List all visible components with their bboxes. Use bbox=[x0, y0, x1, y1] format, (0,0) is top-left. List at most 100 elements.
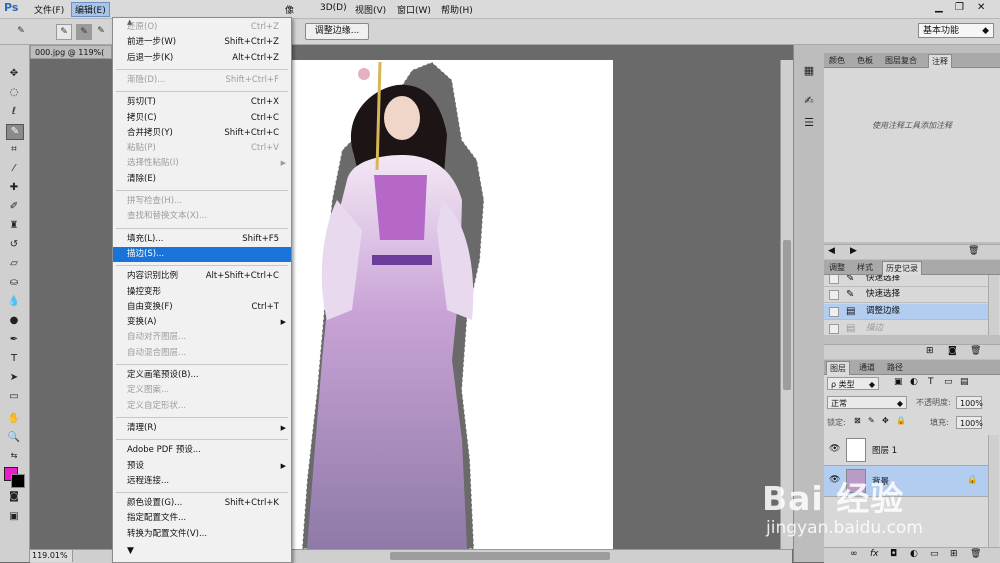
adjustments-icon[interactable]: ☰ bbox=[800, 115, 818, 131]
history-checkbox[interactable] bbox=[829, 275, 839, 284]
clone-stamp-icon[interactable]: ♜ bbox=[6, 219, 22, 233]
edit-menu-item[interactable]: 剪切(T) Ctrl+X bbox=[113, 95, 291, 110]
hand-tool-icon[interactable]: ✋ bbox=[6, 412, 22, 426]
workspace-select[interactable]: 基本功能 ◆ bbox=[918, 23, 994, 38]
eyedropper-tool-icon[interactable]: ⁄ bbox=[6, 162, 22, 176]
quick-selection-preset-icon[interactable]: ✎ bbox=[14, 24, 28, 38]
quick-selection-tool-icon[interactable]: ✎ bbox=[6, 124, 24, 140]
paint-bucket-icon[interactable]: ⛀ bbox=[6, 276, 22, 290]
tab-styles[interactable]: 样式 bbox=[854, 261, 876, 274]
lock-all-icon[interactable]: 🔒 bbox=[896, 416, 906, 425]
refine-edge-button[interactable]: 调整边缘... bbox=[305, 23, 369, 40]
edit-menu-item[interactable]: 定义自定形状... bbox=[113, 399, 291, 414]
edit-menu-item[interactable]: 清除(E) bbox=[113, 172, 291, 187]
brush-presets-icon[interactable]: ✍ bbox=[800, 93, 818, 109]
layer-row[interactable]: 👁 图层 1 bbox=[824, 435, 988, 466]
rectangle-tool-icon[interactable]: ▭ bbox=[6, 390, 22, 404]
history-checkbox[interactable] bbox=[829, 307, 839, 317]
history-checkbox[interactable] bbox=[829, 324, 839, 334]
subtract-selection-icon[interactable]: ✎ bbox=[94, 24, 108, 38]
dodge-tool-icon[interactable]: ● bbox=[6, 314, 22, 328]
layer-style-icon[interactable]: fx bbox=[870, 549, 879, 559]
edit-menu-item[interactable]: 自由变换(F) Ctrl+T bbox=[113, 300, 291, 315]
lock-position-icon[interactable]: ✥ bbox=[882, 416, 889, 425]
edit-menu-item[interactable]: 还原(O) Ctrl+Z bbox=[113, 20, 291, 35]
edit-menu-item[interactable]: 预设 ▶ bbox=[113, 459, 291, 474]
menu-image-partial[interactable]: 像 bbox=[285, 3, 294, 16]
filter-adjustment-icon[interactable]: ◐ bbox=[910, 377, 918, 387]
history-row[interactable]: ✎ 快速选择 bbox=[824, 287, 988, 303]
layer-filter-select[interactable]: ρ 类型 ◆ bbox=[827, 377, 879, 390]
tab-channels[interactable]: 通道 bbox=[856, 361, 878, 374]
fill-input[interactable]: 100% bbox=[956, 416, 983, 429]
background-color-swatch[interactable] bbox=[11, 474, 25, 488]
marquee-tool-icon[interactable]: ◌ bbox=[6, 86, 22, 100]
edit-menu-item[interactable]: 转换为配置文件(V)... bbox=[113, 527, 291, 542]
edit-menu-item[interactable]: 远程连接... bbox=[113, 474, 291, 489]
camera-icon[interactable]: ◙ bbox=[948, 346, 957, 356]
lock-transparent-icon[interactable]: ⊠ bbox=[854, 416, 861, 425]
edit-menu-item[interactable]: 描边(S)... bbox=[113, 246, 291, 262]
type-tool-icon[interactable]: T bbox=[6, 352, 22, 366]
filter-shape-icon[interactable]: ▭ bbox=[944, 377, 953, 387]
menu-scroll-down-icon[interactable]: ▼ bbox=[127, 546, 134, 556]
edit-menu-item[interactable]: 操控变形 bbox=[113, 285, 291, 300]
edit-menu-item[interactable]: 拷贝(C) Ctrl+C bbox=[113, 111, 291, 126]
tab-color[interactable]: 颜色 bbox=[826, 54, 848, 67]
quick-mask-icon[interactable]: ◙ bbox=[6, 490, 22, 504]
menu-view[interactable]: 视图(V) bbox=[355, 3, 386, 16]
menu-help[interactable]: 帮助(H) bbox=[441, 3, 473, 16]
tab-layer-comps[interactable]: 图层复合 bbox=[882, 54, 920, 67]
edit-menu-item[interactable]: 查找和替换文本(X)... bbox=[113, 209, 291, 224]
zoom-status[interactable]: 119.01% bbox=[30, 550, 73, 562]
menu-file[interactable]: 文件(F) bbox=[34, 3, 64, 16]
tab-layers[interactable]: 图层 bbox=[826, 361, 850, 375]
zoom-tool-icon[interactable]: 🔍 bbox=[6, 431, 22, 445]
tab-paths[interactable]: 路径 bbox=[884, 361, 906, 374]
adjustment-layer-icon[interactable]: ◐ bbox=[910, 549, 918, 559]
menu-edit[interactable]: 编辑(E) bbox=[71, 2, 110, 17]
close-icon[interactable]: ✕ bbox=[977, 2, 985, 13]
restore-icon[interactable]: ❐ bbox=[955, 2, 964, 13]
history-row[interactable]: ✎ 快速选择 bbox=[824, 275, 988, 287]
lasso-tool-icon[interactable]: ℓ bbox=[6, 105, 22, 119]
lock-image-icon[interactable]: ✎ bbox=[868, 416, 875, 425]
layers-scrollbar[interactable] bbox=[988, 435, 999, 547]
document-tab[interactable]: 000.jpg @ 119%( bbox=[30, 45, 112, 59]
swap-colors-icon[interactable]: ⇆ bbox=[6, 449, 22, 463]
edit-menu-item[interactable]: 选择性粘贴(I) ▶ bbox=[113, 156, 291, 171]
eraser-tool-icon[interactable]: ▱ bbox=[6, 257, 22, 271]
tab-adjustments[interactable]: 调整 bbox=[826, 261, 848, 274]
menu-3d[interactable]: 3D(D) bbox=[320, 3, 347, 13]
link-layers-icon[interactable]: ∞ bbox=[850, 549, 858, 559]
history-checkbox[interactable] bbox=[829, 290, 839, 300]
edit-menu-item[interactable]: 颜色设置(G)... Shift+Ctrl+K bbox=[113, 496, 291, 511]
edit-menu-item[interactable]: 变换(A) ▶ bbox=[113, 315, 291, 330]
tab-notes[interactable]: 注释 bbox=[928, 54, 952, 68]
pen-tool-icon[interactable]: ✒ bbox=[6, 333, 22, 347]
edit-menu-item[interactable]: Adobe PDF 预设... bbox=[113, 443, 291, 458]
edit-menu-item[interactable]: 自动对齐图层... bbox=[113, 330, 291, 345]
screen-mode-icon[interactable]: ▣ bbox=[6, 510, 22, 524]
layer-mask-icon[interactable]: ◘ bbox=[890, 549, 897, 559]
edit-menu-item[interactable]: 渐隐(D)... Shift+Ctrl+F bbox=[113, 73, 291, 88]
tab-history[interactable]: 历史记录 bbox=[882, 261, 922, 275]
trash-icon[interactable]: 🗑 bbox=[968, 246, 979, 256]
history-row[interactable]: ▤ 调整边缘 bbox=[824, 304, 988, 320]
tab-swatches[interactable]: 色板 bbox=[854, 54, 876, 67]
blur-tool-icon[interactable]: 💧 bbox=[6, 295, 22, 309]
opacity-input[interactable]: 100% bbox=[956, 396, 983, 409]
edit-menu-item[interactable]: 清理(R) ▶ bbox=[113, 421, 291, 436]
horizontal-scroll-thumb[interactable] bbox=[390, 552, 610, 560]
path-selection-icon[interactable]: ➤ bbox=[6, 371, 22, 385]
edit-menu-item[interactable]: 合并拷贝(Y) Shift+Ctrl+C bbox=[113, 126, 291, 141]
move-tool-icon[interactable]: ✥ bbox=[6, 67, 22, 81]
crop-tool-icon[interactable]: ⌗ bbox=[6, 143, 22, 157]
edit-menu-item[interactable]: 内容识别比例 Alt+Shift+Ctrl+C bbox=[113, 269, 291, 284]
healing-brush-icon[interactable]: ✚ bbox=[6, 181, 22, 195]
history-row[interactable]: ▤ 描边 bbox=[824, 321, 988, 335]
document-canvas[interactable] bbox=[290, 60, 613, 549]
blend-mode-select[interactable]: 正常 ◆ bbox=[827, 396, 907, 409]
edit-menu-item[interactable]: 拼写检查(H)... bbox=[113, 194, 291, 209]
next-note-icon[interactable]: ▶ bbox=[850, 246, 857, 256]
